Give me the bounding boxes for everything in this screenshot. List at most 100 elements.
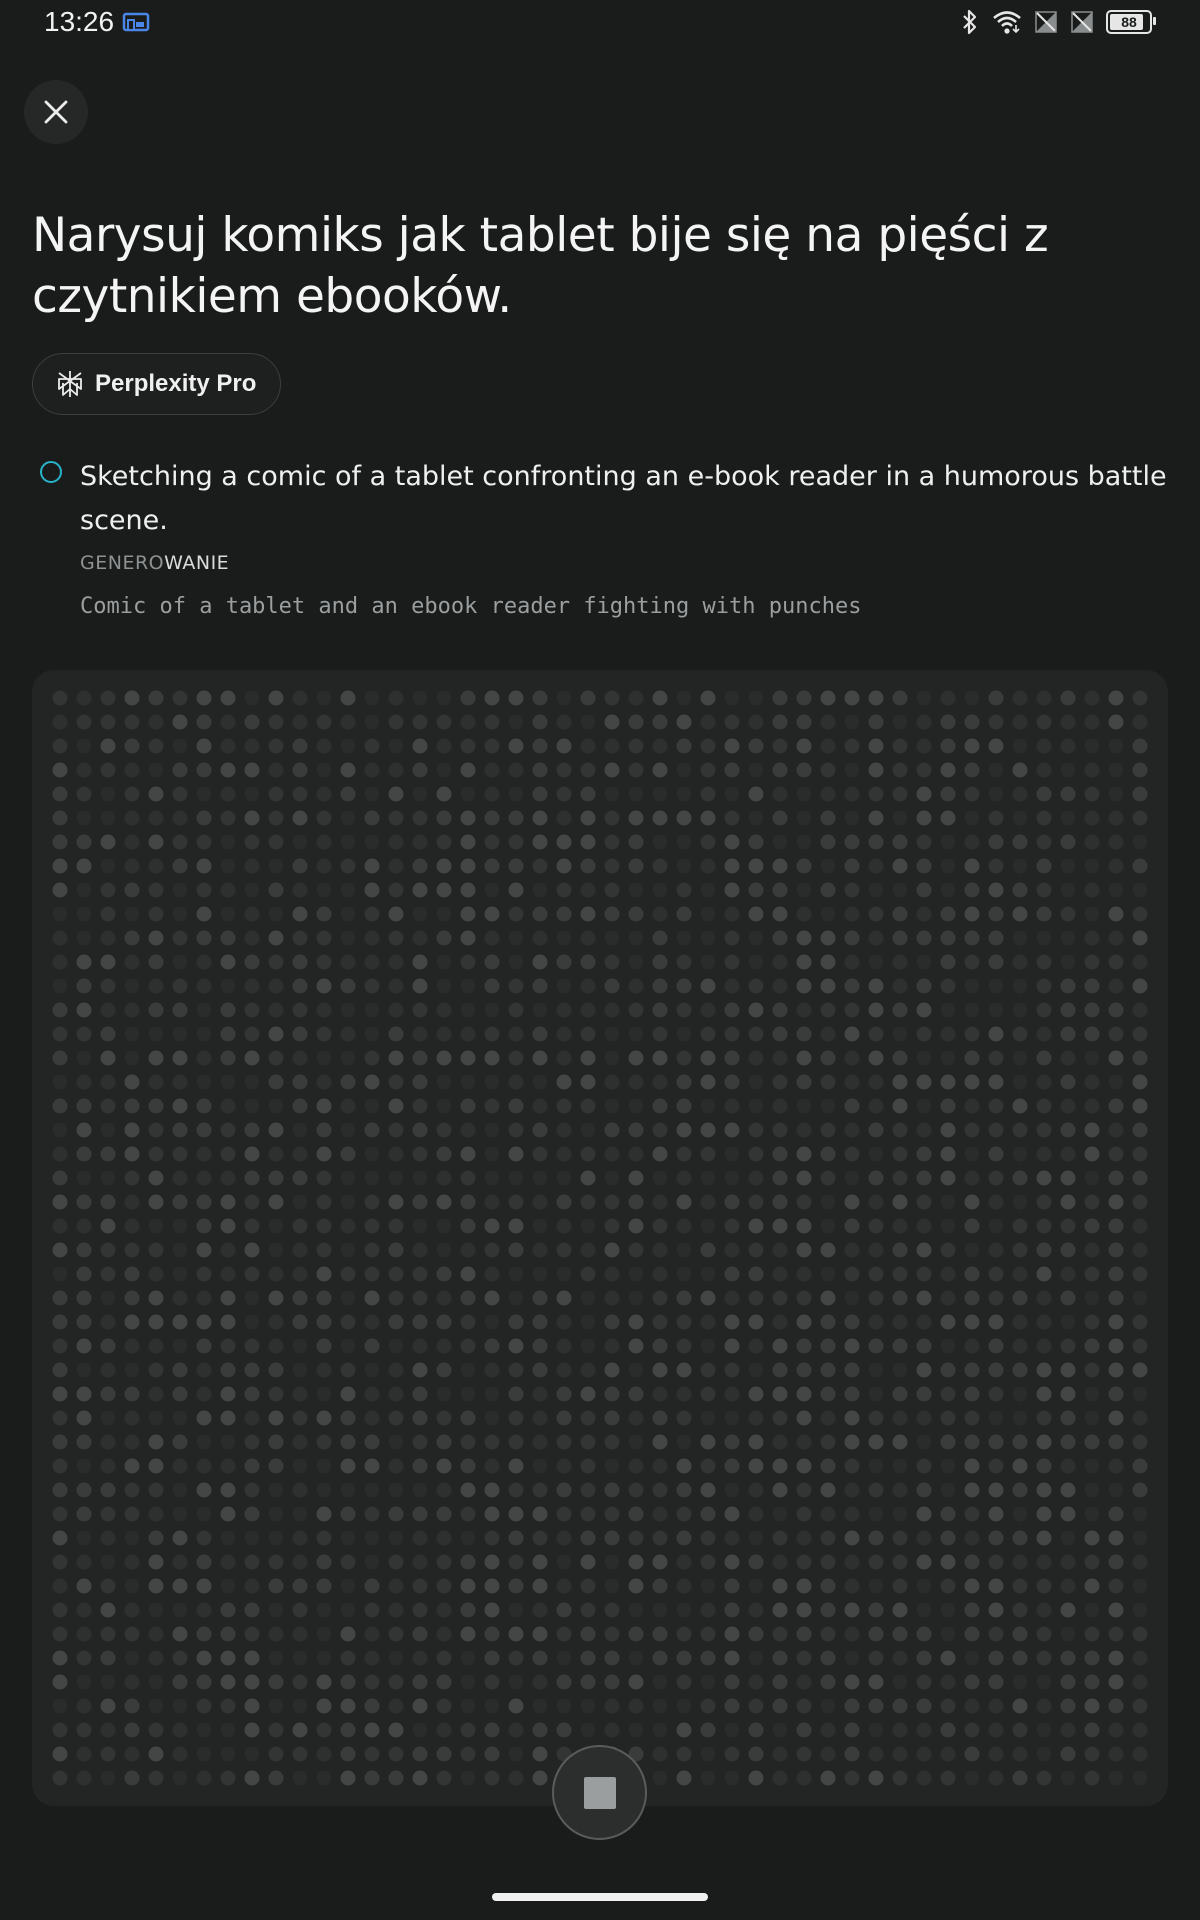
loading-dot: [388, 1002, 404, 1018]
loading-dot: [772, 978, 788, 994]
loading-dot: [700, 1602, 716, 1618]
loading-dot: [220, 1458, 236, 1474]
loading-dot: [820, 1650, 836, 1666]
loading-dot: [1012, 1410, 1028, 1426]
loading-dot: [988, 1554, 1004, 1570]
loading-dot: [748, 906, 764, 922]
loading-dot: [244, 1002, 260, 1018]
loading-dot: [772, 690, 788, 706]
home-indicator[interactable]: [492, 1893, 708, 1901]
loading-dot: [412, 1482, 428, 1498]
loading-dot: [316, 954, 332, 970]
loading-dot: [844, 714, 860, 730]
loading-dot: [724, 1578, 740, 1594]
loading-dot: [196, 858, 212, 874]
loading-dot: [652, 1722, 668, 1738]
loading-dot: [676, 1530, 692, 1546]
loading-dot: [700, 1530, 716, 1546]
loading-dot: [364, 1506, 380, 1522]
loading-dot: [916, 1650, 932, 1666]
loading-dot: [604, 1578, 620, 1594]
stop-button[interactable]: [552, 1745, 647, 1840]
loading-dot: [220, 1410, 236, 1426]
loading-dot: [940, 1050, 956, 1066]
loading-dot: [508, 1338, 524, 1354]
loading-dot: [460, 1290, 476, 1306]
loading-dot: [1084, 1602, 1100, 1618]
loading-dot: [172, 1002, 188, 1018]
loading-dot: [148, 1362, 164, 1378]
loading-dot: [844, 1722, 860, 1738]
model-chip[interactable]: Perplexity Pro: [32, 353, 282, 415]
loading-dot: [148, 1314, 164, 1330]
loading-dot: [700, 1242, 716, 1258]
loading-dot: [436, 1002, 452, 1018]
step-status: GENEROWANIE: [80, 552, 229, 574]
loading-dot: [724, 1506, 740, 1522]
loading-dot: [172, 1074, 188, 1090]
loading-dot: [988, 1122, 1004, 1138]
loading-dot: [412, 714, 428, 730]
loading-dot: [268, 1122, 284, 1138]
loading-dot: [532, 1026, 548, 1042]
loading-dot: [676, 1146, 692, 1162]
loading-dot: [892, 1338, 908, 1354]
loading-dot: [556, 762, 572, 778]
loading-dot: [148, 1650, 164, 1666]
loading-dot: [340, 1386, 356, 1402]
loading-dot: [244, 1122, 260, 1138]
loading-dot: [484, 810, 500, 826]
loading-dot: [340, 1746, 356, 1762]
loading-dot: [436, 882, 452, 898]
loading-dot: [508, 1074, 524, 1090]
loading-dot: [340, 1530, 356, 1546]
loading-dot: [700, 1098, 716, 1114]
loading-dot: [52, 1050, 68, 1066]
loading-dot: [412, 1074, 428, 1090]
loading-dot: [1084, 738, 1100, 754]
loading-dot: [316, 882, 332, 898]
loading-dot: [1108, 1746, 1124, 1762]
loading-dot: [412, 1146, 428, 1162]
loading-dot: [172, 1026, 188, 1042]
loading-dot: [628, 738, 644, 754]
loading-dot: [604, 1242, 620, 1258]
loading-dot: [196, 1314, 212, 1330]
loading-dot: [676, 810, 692, 826]
loading-dot: [844, 1674, 860, 1690]
loading-dot: [820, 1146, 836, 1162]
loading-dot: [340, 834, 356, 850]
loading-dot: [700, 930, 716, 946]
loading-dot: [460, 738, 476, 754]
loading-dot: [292, 1578, 308, 1594]
loading-dot: [1084, 1146, 1100, 1162]
loading-dot: [820, 930, 836, 946]
loading-dot: [124, 810, 140, 826]
loading-dot: [1012, 1098, 1028, 1114]
close-button[interactable]: [24, 80, 88, 144]
loading-dot: [796, 1194, 812, 1210]
loading-dot: [652, 786, 668, 802]
loading-dot: [604, 1218, 620, 1234]
loading-dot: [508, 690, 524, 706]
loading-dot: [364, 1602, 380, 1618]
loading-dot: [412, 1002, 428, 1018]
loading-dot: [244, 1170, 260, 1186]
loading-dot: [796, 762, 812, 778]
loading-dot: [436, 1362, 452, 1378]
loading-dot: [1084, 1746, 1100, 1762]
loading-dot: [964, 1074, 980, 1090]
loading-dot: [820, 1530, 836, 1546]
loading-dot: [532, 1386, 548, 1402]
loading-dot: [172, 1530, 188, 1546]
loading-dot: [76, 1314, 92, 1330]
loading-dot: [172, 1314, 188, 1330]
loading-dot: [292, 1650, 308, 1666]
loading-dot: [964, 906, 980, 922]
loading-dot: [460, 1410, 476, 1426]
loading-dot: [772, 1314, 788, 1330]
loading-dot: [676, 1050, 692, 1066]
loading-dot: [964, 714, 980, 730]
loading-dot: [604, 1170, 620, 1186]
loading-dot: [244, 1674, 260, 1690]
